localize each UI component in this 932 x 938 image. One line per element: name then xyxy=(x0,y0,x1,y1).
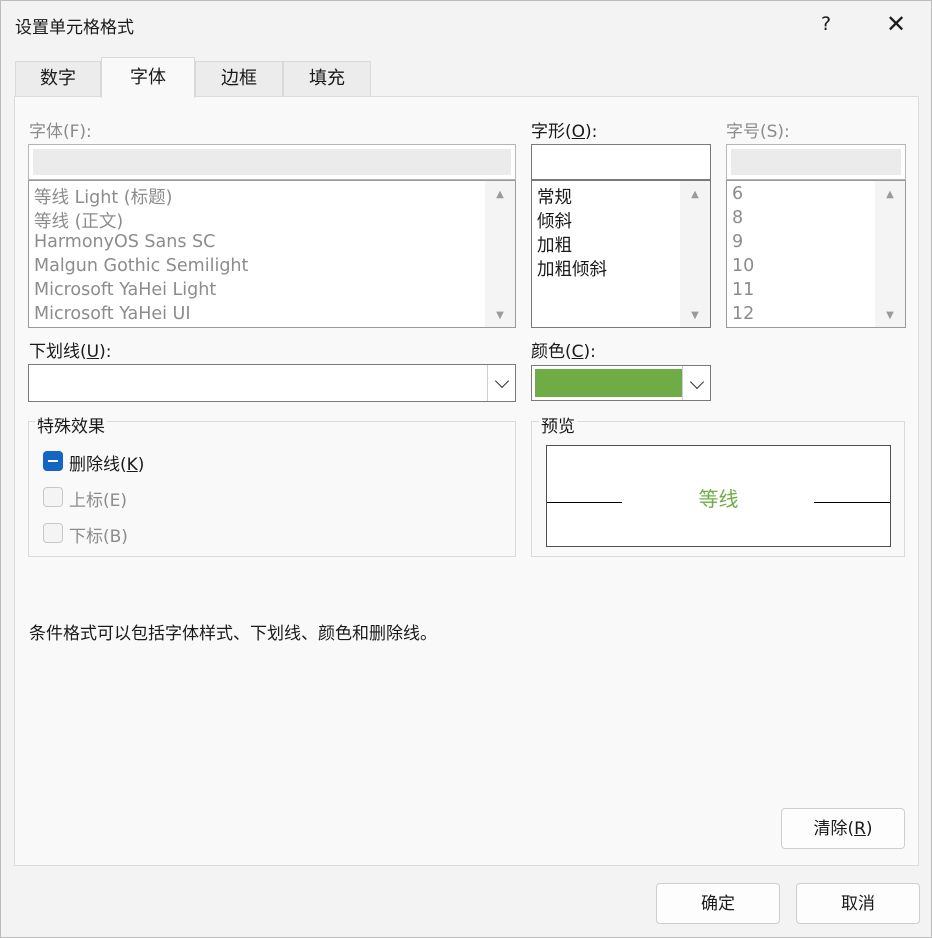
scroll-up-arrow-icon[interactable]: ▲ xyxy=(680,189,710,200)
help-button[interactable]: ? xyxy=(801,5,851,43)
strikethrough-label[interactable]: 删除线(K) xyxy=(69,450,144,475)
tab-font[interactable]: 字体 xyxy=(101,57,195,98)
font-list-item: Microsoft YaHei UI xyxy=(34,304,191,324)
color-label: 颜色(C): xyxy=(531,342,596,362)
preview-sample-text: 等线 xyxy=(698,487,739,511)
style-label: 字形(O): xyxy=(531,122,598,142)
chevron-down-icon xyxy=(494,373,510,389)
strikethrough-checkbox[interactable] xyxy=(43,451,63,471)
subscript-label: 下标(B) xyxy=(69,527,128,547)
color-swatch xyxy=(535,369,682,397)
style-input[interactable] xyxy=(531,144,711,180)
scroll-up-arrow-icon: ▲ xyxy=(886,189,894,200)
size-list-item: 8 xyxy=(732,208,744,228)
superscript-label: 上标(E) xyxy=(69,491,128,511)
style-list-item[interactable]: 倾斜 xyxy=(537,208,572,233)
scroll-down-arrow-icon: ▼ xyxy=(496,310,504,321)
color-dropdown[interactable] xyxy=(531,365,711,401)
dialog-title: 设置单元格格式 xyxy=(15,18,134,38)
color-dropdown-toggle[interactable] xyxy=(682,366,710,400)
font-list-item: Malgun Gothic Semilight xyxy=(34,256,249,276)
scroll-down-arrow-icon: ▼ xyxy=(886,310,894,321)
preview-group-title: 预览 xyxy=(539,412,577,437)
effects-group-title: 特殊效果 xyxy=(35,412,107,437)
close-button[interactable]: ✕ xyxy=(869,5,923,43)
size-list-item: 6 xyxy=(732,184,744,204)
underline-dropdown-toggle[interactable] xyxy=(487,365,515,401)
style-list[interactable]: 常规 倾斜 加粗 加粗倾斜 ▲ ▼ xyxy=(531,180,711,328)
tab-number[interactable]: 数字 xyxy=(15,61,101,97)
format-cells-dialog: 设置单元格格式 ? ✕ 数字 字体 边框 填充 字体(F): 等线 Light … xyxy=(0,0,932,938)
underline-dropdown[interactable] xyxy=(28,364,516,402)
style-list-scrollbar[interactable]: ▲ ▼ xyxy=(680,181,710,327)
title-bar: 设置单元格格式 ? ✕ xyxy=(1,1,931,47)
font-list-item: HarmonyOS Sans SC xyxy=(34,232,216,252)
size-list: 6 8 9 10 11 12 ▲ ▼ xyxy=(726,180,906,328)
font-list-scrollbar: ▲ ▼ xyxy=(485,181,515,327)
superscript-checkbox xyxy=(43,487,63,507)
font-list-item: Microsoft YaHei Light xyxy=(34,280,217,300)
style-list-item[interactable]: 加粗倾斜 xyxy=(537,256,607,281)
info-text: 条件格式可以包括字体样式、下划线、颜色和删除线。 xyxy=(29,624,437,644)
chevron-down-icon xyxy=(689,374,705,390)
scroll-up-arrow-icon: ▲ xyxy=(496,189,504,200)
subscript-checkbox xyxy=(43,523,63,543)
ok-button[interactable]: 确定 xyxy=(656,883,780,924)
size-input xyxy=(726,144,906,180)
font-list-item: 等线 (正文) xyxy=(34,212,124,232)
font-list-item: 等线 Light (标题) xyxy=(34,188,173,208)
size-list-item: 9 xyxy=(732,232,744,252)
cancel-button[interactable]: 取消 xyxy=(796,883,920,924)
size-list-item: 10 xyxy=(732,256,755,276)
clear-button[interactable]: 清除(R) xyxy=(781,808,905,849)
tab-border[interactable]: 边框 xyxy=(195,61,283,97)
size-label: 字号(S): xyxy=(726,122,790,142)
font-input xyxy=(28,144,516,180)
preview-box: 等线 xyxy=(546,445,891,547)
size-list-item: 11 xyxy=(732,280,755,300)
font-label: 字体(F): xyxy=(29,122,92,142)
font-list: 等线 Light (标题) 等线 (正文) HarmonyOS Sans SC … xyxy=(28,180,516,328)
size-list-scrollbar: ▲ ▼ xyxy=(875,181,905,327)
scroll-down-arrow-icon[interactable]: ▼ xyxy=(680,310,710,321)
style-list-item[interactable]: 常规 xyxy=(537,184,572,209)
size-list-item: 12 xyxy=(732,304,755,324)
style-list-item[interactable]: 加粗 xyxy=(537,232,572,257)
underline-label: 下划线(U): xyxy=(29,342,112,362)
tab-fill[interactable]: 填充 xyxy=(283,61,371,97)
